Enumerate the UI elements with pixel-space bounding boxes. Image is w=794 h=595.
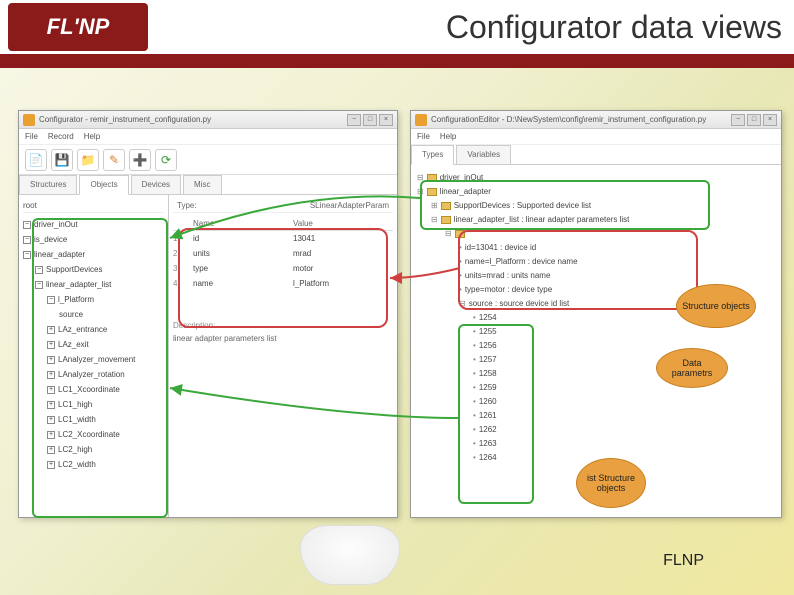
type-label: Type:: [177, 201, 197, 210]
toolbar: 📄 💾 📁 ✎ ➕ ⟳: [19, 145, 397, 175]
mouse-decoration: [300, 525, 400, 585]
titlebar: ConfigurationEditor - D:\NewSystem\confi…: [411, 111, 781, 129]
param-row[interactable]: 2unitsmrad: [173, 246, 393, 261]
menu-record[interactable]: Record: [48, 132, 74, 141]
menubar: File Help: [411, 129, 781, 145]
menu-file[interactable]: File: [417, 132, 430, 141]
param-row[interactable]: 4namel_Platform: [173, 276, 393, 291]
tab-misc[interactable]: Misc: [183, 175, 221, 194]
menu-file[interactable]: File: [25, 132, 38, 141]
close-button[interactable]: ×: [763, 114, 777, 126]
menu-help[interactable]: Help: [84, 132, 100, 141]
parameters-table: Name Value 1id13041 2unitsmrad 3typemoto…: [173, 217, 393, 291]
object-tree-pane: root −driver_inOut −is_device −linear_ad…: [19, 195, 169, 517]
configurator-window: Configurator - remir_instrument_configur…: [18, 110, 398, 518]
details-pane: Type: SLinearAdapterParam Name Value 1id…: [169, 195, 397, 517]
minimize-button[interactable]: −: [731, 114, 745, 126]
tab-variables[interactable]: Variables: [456, 145, 511, 164]
logo: FL'NP: [8, 3, 148, 51]
refresh-icon[interactable]: ⟳: [155, 149, 177, 171]
callout-structure: Structure objects: [676, 284, 756, 328]
save-icon[interactable]: 💾: [51, 149, 73, 171]
description-label: Description:: [173, 321, 393, 330]
add-icon[interactable]: ➕: [129, 149, 151, 171]
red-divider: [0, 54, 794, 68]
maximize-button[interactable]: □: [747, 114, 761, 126]
description-text: linear adapter parameters list: [173, 334, 393, 343]
tool-icon[interactable]: ✎: [103, 149, 125, 171]
tab-types[interactable]: Types: [411, 145, 454, 165]
type-value: SLinearAdapterParam: [310, 201, 389, 210]
menubar: File Record Help: [19, 129, 397, 145]
tab-objects[interactable]: Objects: [79, 175, 128, 195]
object-tree[interactable]: −driver_inOut −is_device −linear_adapter…: [23, 217, 164, 472]
menu-help[interactable]: Help: [440, 132, 456, 141]
titlebar: Configurator - remir_instrument_configur…: [19, 111, 397, 129]
tab-structures[interactable]: Structures: [19, 175, 77, 194]
new-icon[interactable]: 📄: [25, 149, 47, 171]
slide-title: Configurator data views: [148, 9, 794, 46]
callout-data: Data parametrs: [656, 348, 728, 388]
tab-devices[interactable]: Devices: [131, 175, 181, 194]
close-button[interactable]: ×: [379, 114, 393, 126]
root-label: root: [23, 199, 164, 213]
col-value: Value: [293, 219, 393, 228]
app-icon: [23, 114, 35, 126]
tab-bar: Structures Objects Devices Misc: [19, 175, 397, 195]
callout-list: ist Structure objects: [576, 458, 646, 508]
col-name: Name: [193, 219, 293, 228]
tab-bar: Types Variables: [411, 145, 781, 165]
maximize-button[interactable]: □: [363, 114, 377, 126]
param-row[interactable]: 1id13041: [173, 231, 393, 246]
open-icon[interactable]: 📁: [77, 149, 99, 171]
window-title: Configurator - remir_instrument_configur…: [39, 115, 343, 124]
app-icon: [415, 114, 427, 126]
minimize-button[interactable]: −: [347, 114, 361, 126]
footer-label: FLNP: [663, 552, 704, 570]
param-row[interactable]: 3typemotor: [173, 261, 393, 276]
slide-header: FL'NP Configurator data views: [0, 0, 794, 54]
window-title: ConfigurationEditor - D:\NewSystem\confi…: [431, 115, 727, 124]
